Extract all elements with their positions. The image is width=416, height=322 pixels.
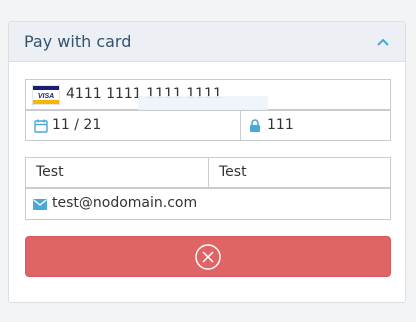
envelope-icon <box>33 199 47 210</box>
circle-x-icon <box>195 244 221 270</box>
email-value: test@nodomain.com <box>52 195 198 211</box>
panel-header[interactable]: Pay with card <box>9 22 405 62</box>
pay-button[interactable] <box>25 236 391 277</box>
cvc-value: 111 <box>267 117 294 133</box>
expiry-field[interactable]: 11 / 21 <box>25 110 241 141</box>
expiry-value: 11 / 21 <box>52 117 102 133</box>
cvc-field[interactable]: 111 <box>240 110 391 141</box>
first-name-field[interactable]: Test <box>25 157 209 188</box>
svg-text:VISA: VISA <box>38 93 54 100</box>
last-name-value: Test <box>219 164 247 180</box>
email-field[interactable]: test@nodomain.com <box>25 188 391 220</box>
calendar-icon <box>34 119 48 133</box>
last-name-field[interactable]: Test <box>208 157 391 188</box>
chevron-up-icon[interactable] <box>376 35 390 49</box>
first-name-value: Test <box>36 164 64 180</box>
visa-logo-icon: VISA <box>32 85 60 105</box>
lock-icon <box>250 119 260 132</box>
panel-title: Pay with card <box>24 32 132 51</box>
